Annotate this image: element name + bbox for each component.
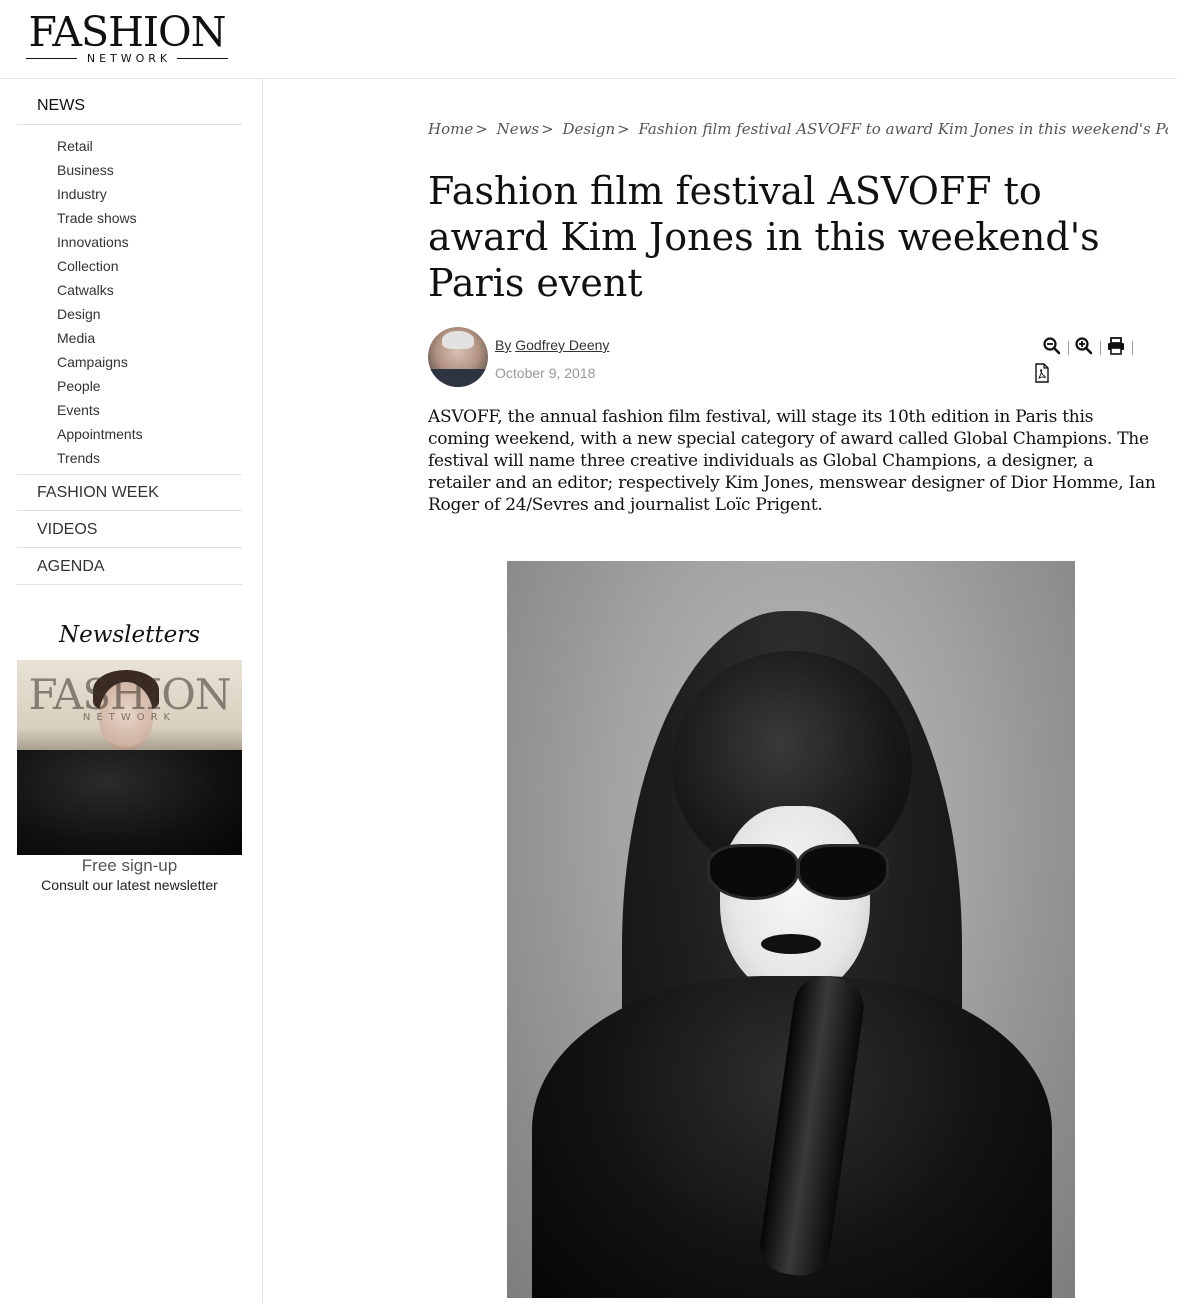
logo-wordmark: FASHION xyxy=(28,8,226,56)
news-subnav: Retail Business Industry Trade shows Inn… xyxy=(57,134,242,470)
sidebar-item-people[interactable]: People xyxy=(57,374,242,398)
tool-separator xyxy=(1068,341,1069,355)
tool-separator xyxy=(1100,341,1101,355)
sidebar-item-design[interactable]: Design xyxy=(57,302,242,326)
newsletter-image-logo-sub: NETWORK xyxy=(82,712,177,723)
logo-subtitle: NETWORK xyxy=(26,51,229,65)
sidebar-item-trade-shows[interactable]: Trade shows xyxy=(57,206,242,230)
sidebar-item-industry[interactable]: Industry xyxy=(57,182,242,206)
photo-lips xyxy=(761,934,821,954)
logo-subtitle-text: NETWORK xyxy=(86,51,172,65)
sidebar-item-media[interactable]: Media xyxy=(57,326,242,350)
sidebar-item-business[interactable]: Business xyxy=(57,158,242,182)
sidebar-item-campaigns[interactable]: Campaigns xyxy=(57,350,242,374)
pdf-icon[interactable] xyxy=(1032,363,1052,383)
byline-prefix: By xyxy=(495,337,512,353)
sidebar-item-events[interactable]: Events xyxy=(57,398,242,422)
sidebar-item-collection[interactable]: Collection xyxy=(57,254,242,278)
sidebar: NEWS Retail Business Industry Trade show… xyxy=(0,79,263,1303)
breadcrumb-home[interactable]: Home xyxy=(428,120,473,138)
photo-face xyxy=(720,806,870,996)
newsletter-signup-link[interactable]: Free sign-up xyxy=(17,856,242,876)
newsletter-image-dress xyxy=(17,750,242,855)
print-icon[interactable] xyxy=(1106,336,1126,356)
site-logo[interactable]: FASHION NETWORK xyxy=(26,8,229,66)
logo-rule-left xyxy=(26,57,77,59)
zoom-in-icon[interactable] xyxy=(1074,336,1094,356)
newsletter-latest-link[interactable]: Consult our latest newsletter xyxy=(17,877,242,893)
top-bar: FASHION NETWORK xyxy=(0,0,1177,79)
newsletter-image[interactable]: FASHION NETWORK xyxy=(17,660,242,855)
article-lead: ASVOFF, the annual fashion film festival… xyxy=(428,407,1156,515)
breadcrumb-separator: > xyxy=(475,120,488,138)
article-tools xyxy=(1035,336,1140,384)
article-photo xyxy=(507,561,1075,1298)
sidebar-section-agenda[interactable]: AGENDA xyxy=(17,549,242,585)
photo-sunglasses-left xyxy=(707,844,799,900)
author-avatar[interactable] xyxy=(428,327,488,387)
byline: By Godfrey Deeny xyxy=(495,337,609,353)
sidebar-section-news[interactable]: NEWS xyxy=(17,87,242,125)
avatar-hair xyxy=(442,331,474,349)
breadcrumb-separator: > xyxy=(541,120,554,138)
sidebar-item-appointments[interactable]: Appointments xyxy=(57,422,242,446)
breadcrumb: Home > News > Design > Fashion film festiva… xyxy=(428,120,1168,138)
photo-sunglasses-right xyxy=(797,844,889,900)
sidebar-section-fashion-week[interactable]: FASHION WEEK xyxy=(17,475,242,511)
breadcrumb-design[interactable]: Design xyxy=(562,120,615,138)
logo-rule-right xyxy=(177,57,229,59)
breadcrumb-current: Fashion film festival ASVOFF to award Ki… xyxy=(638,120,1168,138)
sidebar-item-innovations[interactable]: Innovations xyxy=(57,230,242,254)
sidebar-item-trends[interactable]: Trends xyxy=(57,446,242,470)
article-title: Fashion film festival ASVOFF to award Ki… xyxy=(428,169,1100,305)
newsletter-title: Newsletters xyxy=(58,622,201,648)
sidebar-item-retail[interactable]: Retail xyxy=(57,134,242,158)
zoom-out-icon[interactable] xyxy=(1042,336,1062,356)
breadcrumb-separator: > xyxy=(617,120,630,138)
sidebar-item-catwalks[interactable]: Catwalks xyxy=(57,278,242,302)
avatar-suit xyxy=(428,369,488,387)
publish-date: October 9, 2018 xyxy=(495,365,596,381)
sidebar-section-videos[interactable]: VIDEOS xyxy=(17,512,242,548)
author-link[interactable]: Godfrey Deeny xyxy=(515,337,609,353)
breadcrumb-news[interactable]: News xyxy=(497,120,540,138)
tool-separator xyxy=(1132,341,1133,355)
